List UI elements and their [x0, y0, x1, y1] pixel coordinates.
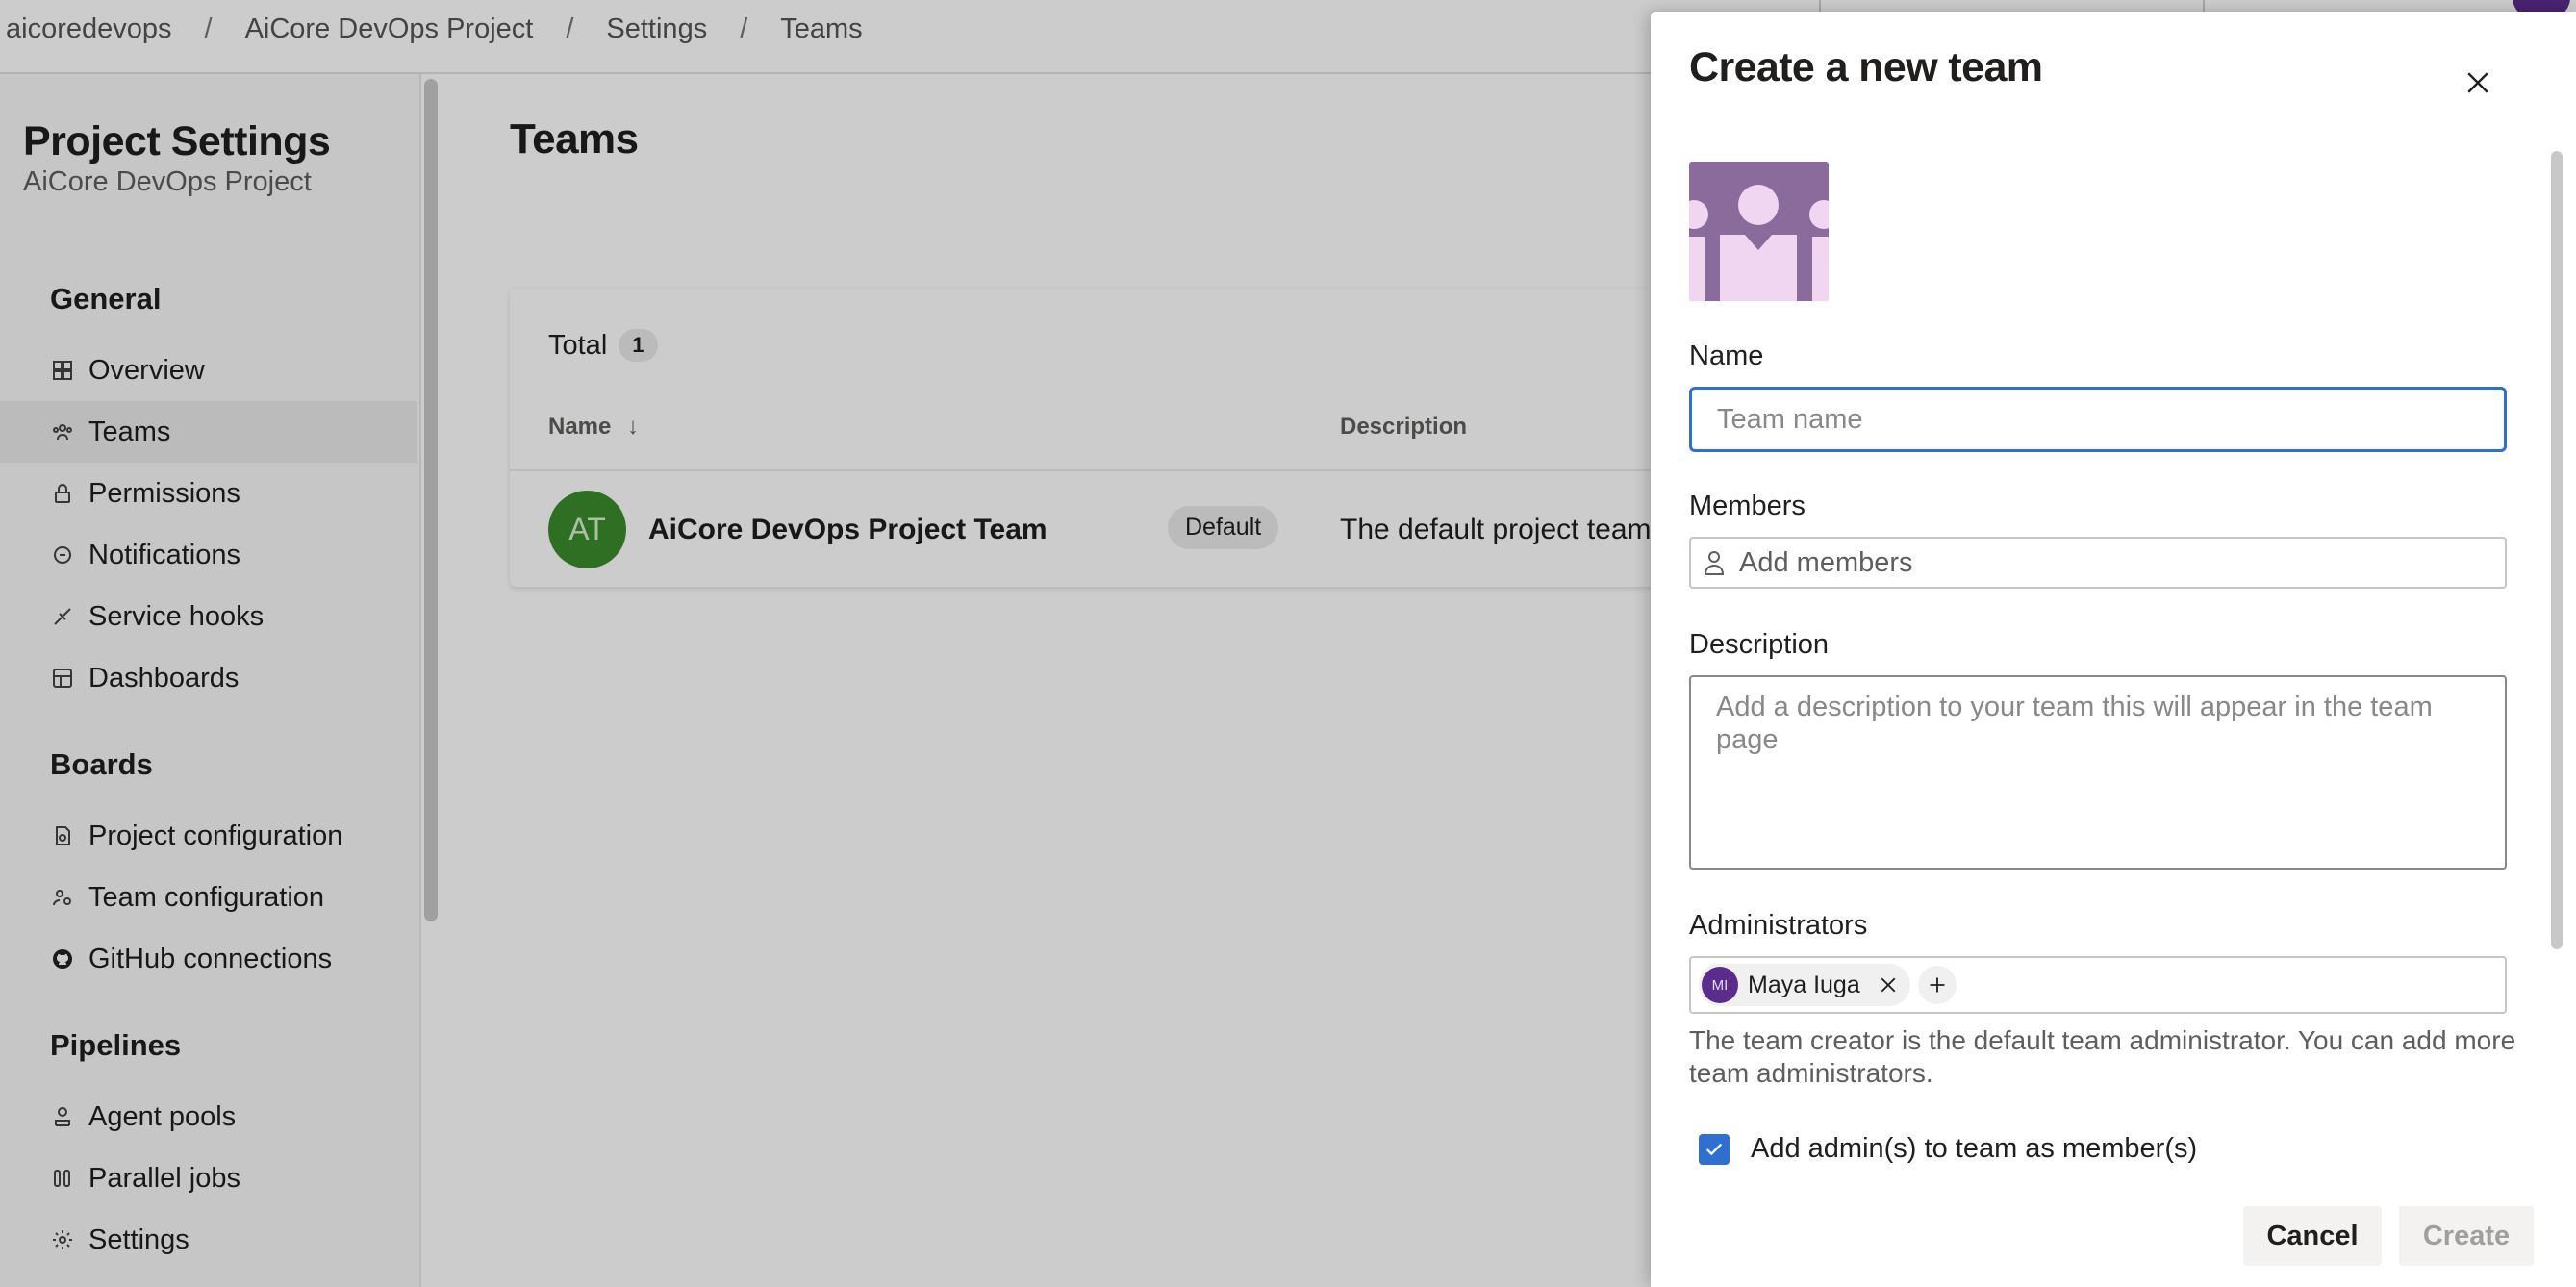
close-button[interactable]	[2459, 63, 2497, 102]
person-icon	[1704, 551, 1725, 575]
create-team-panel: Create a new team Name Members Descripti…	[1651, 12, 2576, 1287]
plus-icon	[1930, 977, 1945, 993]
admin-name: Maya Iuga	[1748, 971, 1860, 998]
team-name-input[interactable]	[1689, 387, 2507, 452]
remove-admin-button[interactable]	[1878, 974, 1899, 996]
description-textarea[interactable]	[1689, 675, 2507, 870]
administrators-help-text: The team creator is the default team adm…	[1689, 1025, 2516, 1088]
cancel-button[interactable]: Cancel	[2243, 1206, 2382, 1266]
members-field[interactable]	[1689, 537, 2507, 589]
checkmark-icon	[1705, 1143, 1723, 1155]
team-placeholder-icon	[1689, 185, 1829, 301]
admin-chip: MI Maya Iuga	[1699, 964, 1910, 1006]
panel-scrollbar[interactable]	[2551, 151, 2563, 949]
checkbox-label: Add admin(s) to team as member(s)	[1751, 1133, 2198, 1164]
members-label: Members	[1689, 491, 1806, 521]
add-members-input[interactable]	[1739, 546, 2470, 579]
administrators-field[interactable]: MI Maya Iuga	[1689, 956, 2507, 1014]
description-label: Description	[1689, 629, 1830, 660]
add-admins-as-members-option[interactable]: Add admin(s) to team as member(s)	[1699, 1133, 2197, 1165]
close-icon	[2467, 72, 2488, 93]
panel-title: Create a new team	[1689, 44, 2043, 90]
add-admins-checkbox[interactable]	[1699, 1133, 1730, 1165]
create-button[interactable]: Create	[2399, 1206, 2534, 1266]
team-image[interactable]	[1689, 162, 1829, 301]
name-label: Name	[1689, 341, 1764, 371]
administrators-label: Administrators	[1689, 910, 1868, 941]
close-icon	[1881, 977, 1896, 993]
add-admin-button[interactable]	[1917, 966, 1957, 1004]
avatar: MI	[1702, 967, 1738, 1003]
